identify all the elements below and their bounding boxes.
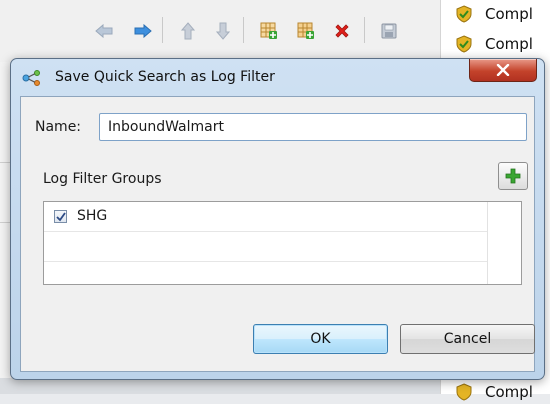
arrow-right-icon[interactable] bbox=[131, 20, 155, 42]
table-row[interactable]: SHG bbox=[44, 202, 487, 232]
status-text: Compl bbox=[485, 383, 533, 401]
status-text: Compl bbox=[485, 5, 533, 23]
close-icon bbox=[496, 64, 510, 76]
ok-button[interactable]: OK bbox=[253, 324, 388, 354]
column-divider bbox=[487, 202, 488, 284]
table-add-icon[interactable] bbox=[257, 20, 281, 42]
checkmark-icon bbox=[55, 211, 66, 221]
table-add-green-icon[interactable] bbox=[294, 20, 318, 42]
table-row bbox=[44, 232, 487, 262]
toolbar-separator bbox=[364, 17, 365, 43]
add-group-button[interactable] bbox=[498, 162, 528, 190]
toolbar-separator bbox=[162, 17, 163, 43]
status-row: Compl bbox=[441, 2, 550, 26]
log-filter-groups-label: Log Filter Groups bbox=[43, 171, 162, 187]
dialog-title: Save Quick Search as Log Filter bbox=[55, 69, 275, 85]
dialog-titlebar[interactable]: Save Quick Search as Log Filter bbox=[11, 59, 544, 97]
status-text: Compl bbox=[485, 35, 533, 53]
name-input[interactable] bbox=[99, 113, 527, 141]
group-checkbox[interactable] bbox=[54, 210, 67, 223]
filter-share-icon bbox=[22, 70, 40, 86]
shield-check-icon bbox=[456, 5, 472, 23]
plus-icon bbox=[505, 168, 521, 184]
arrow-left-icon[interactable] bbox=[92, 20, 116, 42]
status-row: Compl bbox=[441, 32, 550, 56]
dialog-content: Name: Log Filter Groups SHG OK Cancel bbox=[20, 96, 535, 372]
group-label: SHG bbox=[77, 208, 108, 224]
save-log-filter-dialog: Save Quick Search as Log Filter Name: Lo… bbox=[10, 58, 545, 380]
close-button[interactable] bbox=[469, 59, 537, 82]
save-icon[interactable] bbox=[377, 20, 401, 42]
name-label: Name: bbox=[35, 119, 82, 135]
shield-check-icon bbox=[456, 35, 472, 53]
log-filter-groups-table: SHG bbox=[43, 201, 522, 285]
arrow-down-icon[interactable] bbox=[211, 20, 235, 42]
delete-icon[interactable] bbox=[330, 20, 354, 42]
status-row: Compl bbox=[441, 380, 550, 404]
cancel-button[interactable]: Cancel bbox=[400, 324, 535, 354]
background-toolbar bbox=[0, 0, 440, 62]
shield-check-icon bbox=[456, 383, 472, 401]
toolbar-separator bbox=[243, 17, 244, 43]
arrow-up-icon[interactable] bbox=[176, 20, 200, 42]
background-bottom-bar bbox=[0, 378, 440, 394]
